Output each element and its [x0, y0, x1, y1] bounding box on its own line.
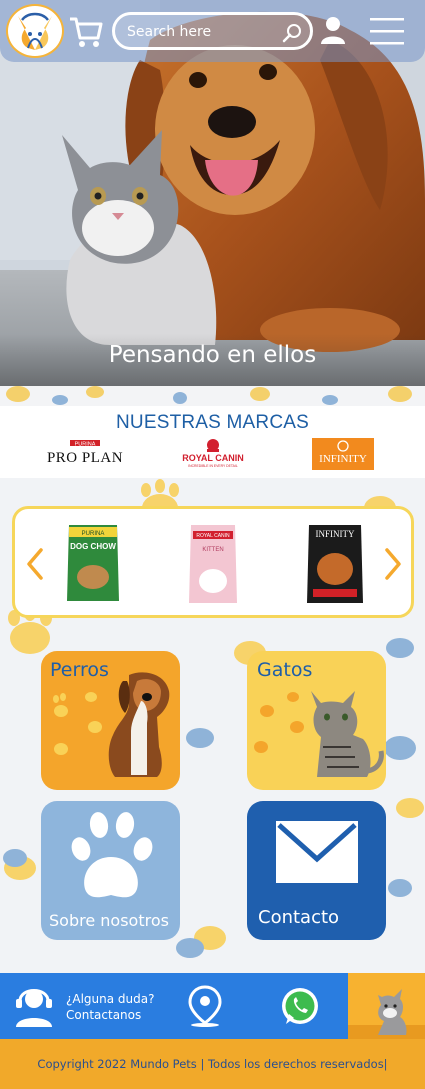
- paw-pattern-strip: [0, 386, 425, 406]
- chevron-right-icon[interactable]: [383, 547, 403, 581]
- kitten-image: [348, 989, 425, 1039]
- contact-label: Contacto: [258, 907, 340, 928]
- product-card[interactable]: INFINITY: [305, 521, 365, 611]
- footer-cat-image: [348, 973, 425, 1039]
- brands-section: NUESTRAS MARCAS PURINA PRO PLAN ROYAL CA…: [0, 406, 425, 478]
- user-icon[interactable]: [320, 16, 346, 44]
- copyright-text: Copyright 2022 Mundo Pets | Todos los de…: [0, 1039, 425, 1089]
- top-navbar: [0, 0, 425, 62]
- product-brand: PURINA: [82, 531, 105, 537]
- hamburger-menu-icon[interactable]: [368, 16, 406, 46]
- infinity-logo: INFINITY: [312, 438, 374, 470]
- help-bar: ¿Alguna duda? Contactanos: [0, 973, 348, 1039]
- mail-icon: [276, 821, 358, 883]
- logo[interactable]: [6, 4, 64, 58]
- about-us-label: Sobre nosotros: [49, 911, 169, 930]
- brand-proplan[interactable]: PURINA PRO PLAN: [32, 438, 138, 468]
- location-pin-icon[interactable]: [186, 985, 224, 1027]
- product-card[interactable]: ROYAL CANIN KITTEN: [187, 521, 239, 611]
- brand-infinity-name: INFINITY: [319, 453, 367, 465]
- contact-tile[interactable]: Contacto: [247, 801, 386, 940]
- category-dogs-tile[interactable]: Perros: [41, 651, 180, 790]
- brands-title: NUESTRAS MARCAS: [115, 412, 310, 433]
- product-image: ROYAL CANIN KITTEN: [189, 525, 237, 603]
- product-card[interactable]: PURINA DOG CHOW: [65, 521, 121, 609]
- paw-icon: [71, 812, 153, 898]
- cart-icon[interactable]: [68, 14, 104, 50]
- royal-canin-logo: ROYAL CANIN INCREDIBLE IN EVERY DETAIL: [182, 439, 244, 468]
- dog-image: [53, 672, 170, 777]
- cat-image: [254, 691, 384, 777]
- whatsapp-icon[interactable]: [280, 986, 320, 1026]
- chevron-left-icon[interactable]: [25, 547, 45, 581]
- brand-proplan-top: PURINA: [75, 441, 96, 447]
- search-input[interactable]: [127, 21, 277, 43]
- proplan-logo: PURINA PRO PLAN: [47, 440, 123, 466]
- product-name: KITTEN: [202, 547, 223, 553]
- product-name: DOG CHOW: [70, 542, 116, 551]
- help-line-1: ¿Alguna duda?: [66, 992, 155, 1006]
- brand-royal-canin-name: ROYAL CANIN: [182, 453, 244, 463]
- search-icon[interactable]: [282, 23, 302, 43]
- category-cats-tile[interactable]: Gatos: [247, 651, 386, 790]
- mundo-pets-logo-icon: [18, 12, 52, 50]
- product-carousel: PURINA DOG CHOW ROYAL CANIN KITTEN INFIN…: [12, 506, 414, 618]
- help-text[interactable]: ¿Alguna duda? Contactanos: [66, 991, 154, 1023]
- hero-caption: Pensando en ellos: [0, 334, 425, 386]
- brand-proplan-name: PRO PLAN: [47, 450, 123, 466]
- support-agent-icon: [16, 989, 52, 1027]
- product-brand: ROYAL CANIN: [196, 533, 230, 539]
- help-line-2: Contactanos: [66, 1008, 142, 1022]
- brand-royal-canin[interactable]: ROYAL CANIN INCREDIBLE IN EVERY DETAIL: [176, 438, 250, 468]
- product-image: INFINITY: [307, 525, 363, 603]
- product-brand: INFINITY: [316, 529, 355, 539]
- product-image: PURINA DOG CHOW: [67, 525, 119, 601]
- brand-royal-canin-sub: INCREDIBLE IN EVERY DETAIL: [188, 464, 238, 468]
- about-us-tile[interactable]: Sobre nosotros: [41, 801, 180, 940]
- brand-infinity[interactable]: INFINITY: [312, 438, 374, 470]
- search-box: [112, 12, 313, 50]
